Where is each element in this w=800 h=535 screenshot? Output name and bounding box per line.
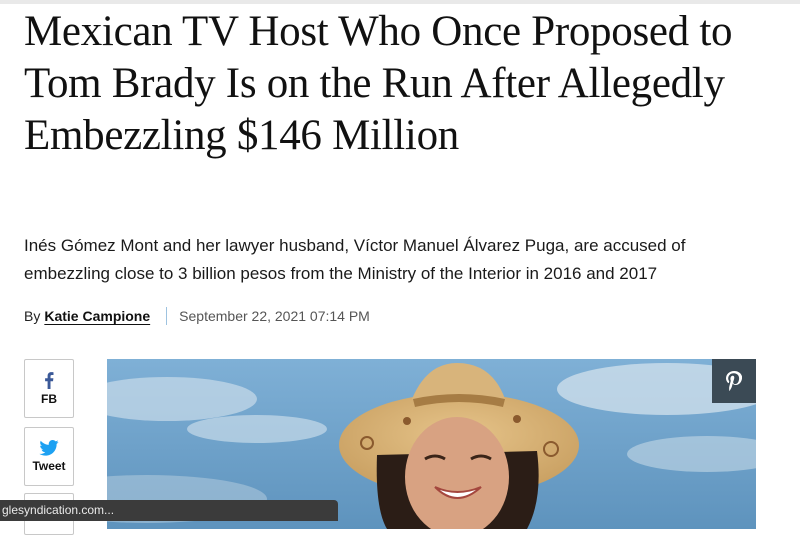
byline: By Katie Campione September 22, 2021 07:… [24,305,370,327]
pinterest-icon [726,371,742,391]
article-dek: Inés Gómez Mont and her lawyer husband, … [24,236,686,283]
byline-divider [166,307,168,325]
share-facebook-label: FB [41,391,57,406]
top-edge [0,0,800,4]
article-headline: Mexican TV Host Who Once Proposed to Tom… [24,8,733,159]
share-twitter-label: Tweet [32,459,66,473]
facebook-icon [45,371,54,389]
author-link[interactable]: Katie Campione [44,308,150,324]
share-facebook-button[interactable]: FB [24,359,74,418]
share-twitter-button[interactable]: Tweet [24,427,74,486]
browser-status-bar: glesyndication.com... [0,500,338,521]
pinterest-button[interactable] [712,359,756,403]
publish-date: September 22, 2021 07:14 PM [179,308,370,324]
twitter-icon [39,440,59,456]
byline-prefix: By [24,308,41,324]
